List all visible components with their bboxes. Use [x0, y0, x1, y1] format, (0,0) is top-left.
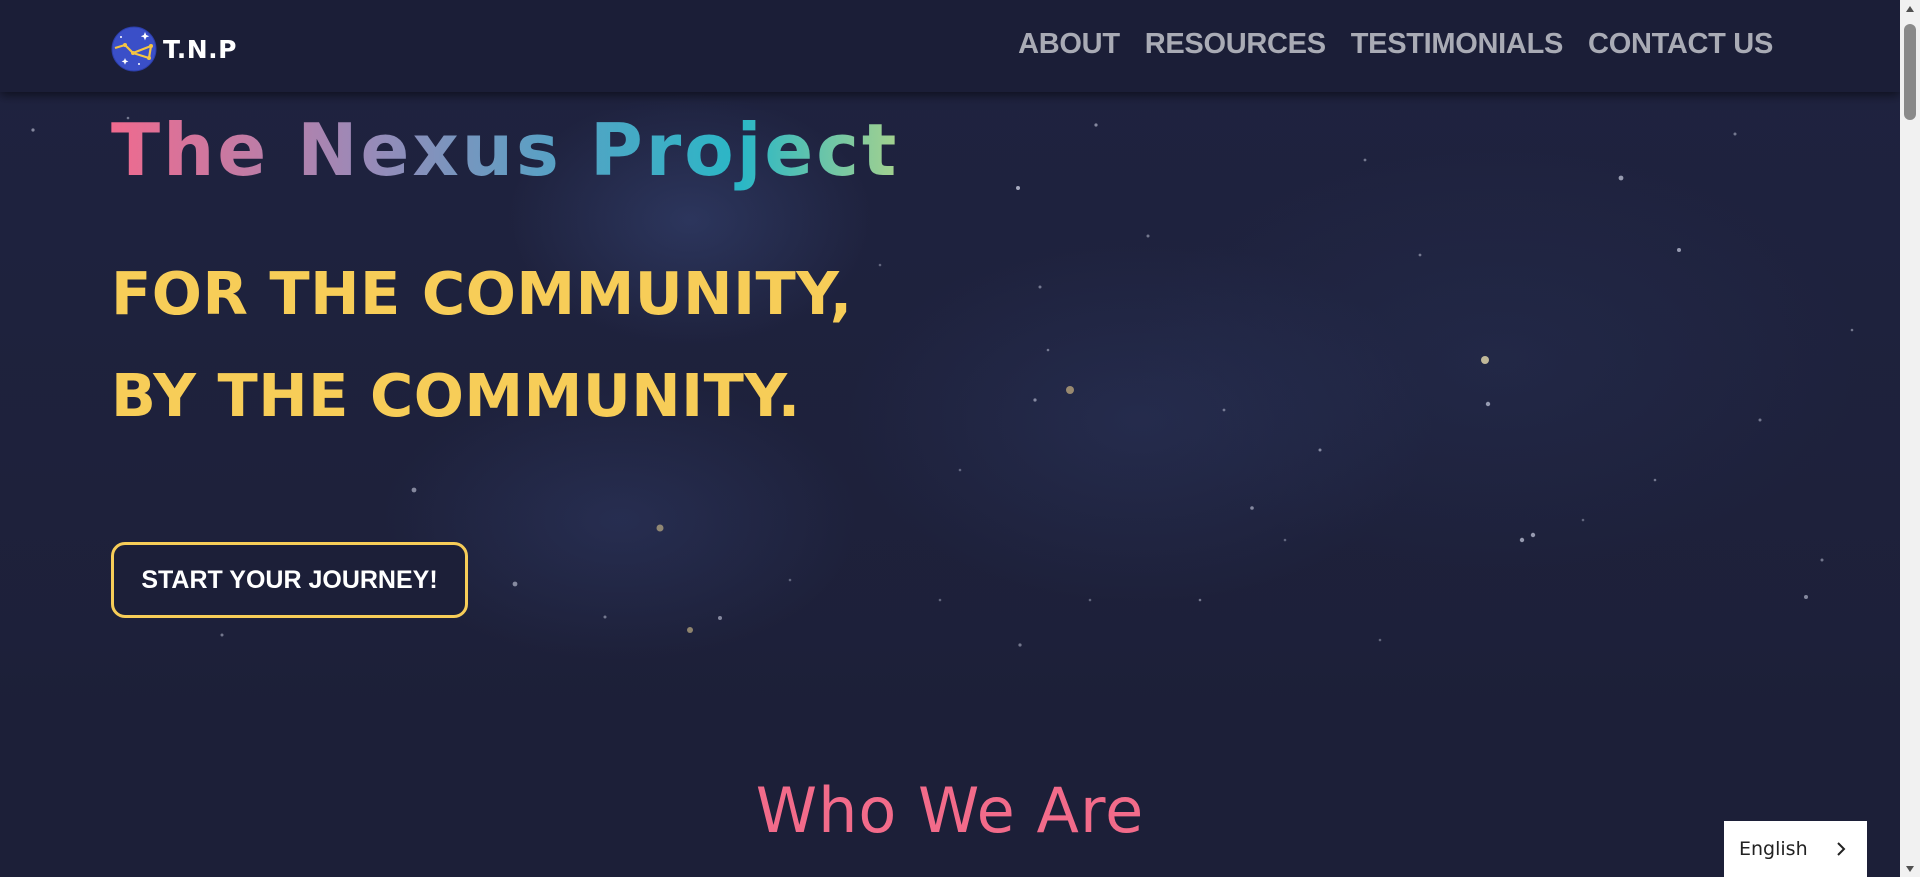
tagline-line-2: BY THE COMMUNITY. — [111, 361, 801, 430]
nav-testimonials-link[interactable]: TESTIMONIALS — [1351, 28, 1564, 61]
page-scrollbar[interactable] — [1900, 0, 1920, 877]
nav-about-link[interactable]: ABOUT — [1018, 28, 1120, 61]
brand-logo[interactable]: T.N.P — [111, 26, 237, 72]
scroll-up-arrow-icon[interactable] — [1900, 0, 1920, 17]
hero-tagline: FOR THE COMMUNITY, BY THE COMMUNITY. — [111, 243, 853, 447]
start-journey-button[interactable]: START YOUR JOURNEY! — [111, 542, 468, 618]
brand-name: T.N.P — [163, 34, 237, 64]
scroll-down-arrow-icon[interactable] — [1900, 860, 1920, 877]
nav-contact-us-link[interactable]: CONTACT US — [1588, 28, 1773, 61]
page: T.N.P ABOUT RESOURCES TESTIMONIALS CONTA… — [0, 0, 1920, 877]
language-selected-label: English — [1739, 838, 1808, 860]
hero-title: The Nexus Project — [111, 104, 899, 196]
who-we-are-heading: Who We Are — [755, 774, 1145, 847]
tagline-line-1: FOR THE COMMUNITY, — [111, 259, 853, 328]
main-nav: ABOUT RESOURCES TESTIMONIALS CONTACT US — [993, 28, 1773, 61]
site-header: T.N.P ABOUT RESOURCES TESTIMONIALS CONTA… — [0, 0, 1900, 92]
constellation-logo-icon — [111, 26, 157, 72]
language-selector[interactable]: English — [1724, 821, 1867, 877]
scrollbar-thumb[interactable] — [1904, 24, 1916, 120]
chevron-right-icon — [1837, 842, 1846, 856]
nav-resources-link[interactable]: RESOURCES — [1145, 28, 1326, 61]
